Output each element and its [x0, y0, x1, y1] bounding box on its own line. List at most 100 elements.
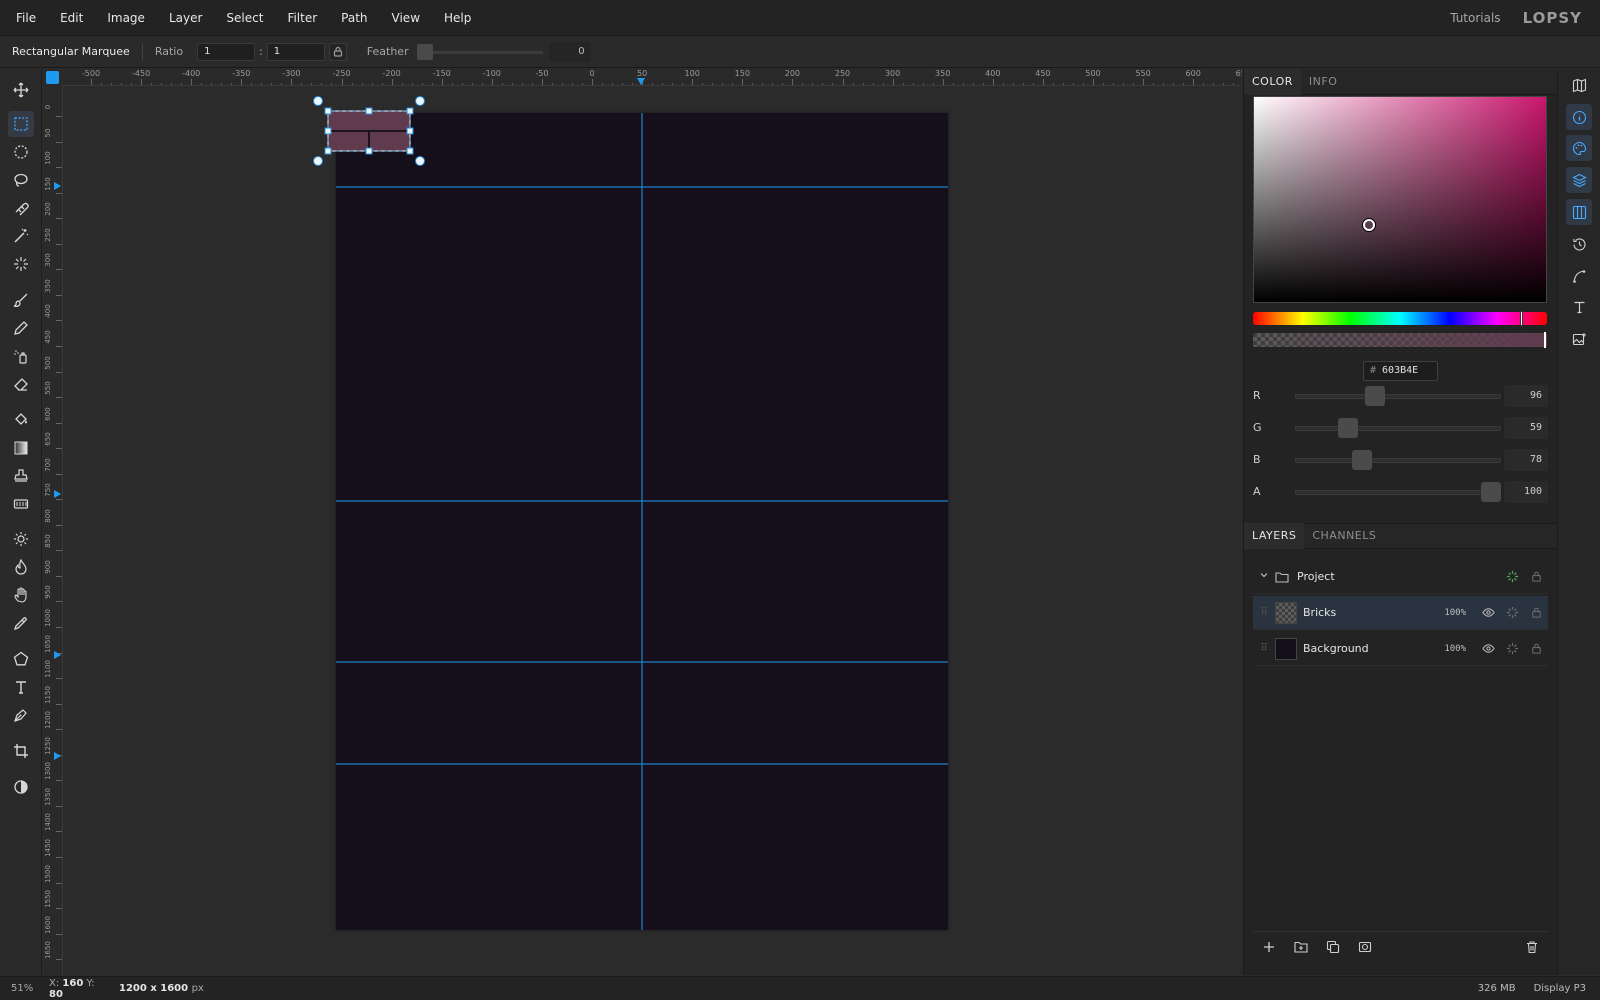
red-slider[interactable] [1295, 394, 1501, 399]
color-picker-handle[interactable] [1362, 219, 1375, 232]
channels-button[interactable] [1566, 199, 1592, 225]
bricks-layer-selection[interactable] [306, 93, 446, 183]
layers-button[interactable] [1566, 167, 1592, 193]
blue-slider-thumb[interactable] [1351, 450, 1372, 470]
contrast-tool[interactable] [8, 774, 34, 800]
rotate-handle[interactable] [313, 156, 323, 166]
eraser-tool[interactable] [8, 371, 34, 397]
info-button[interactable] [1566, 104, 1592, 130]
fx-icon[interactable] [1500, 606, 1524, 619]
guide-marker[interactable] [54, 490, 61, 498]
transform-handle[interactable] [406, 127, 414, 135]
menu-image[interactable]: Image [95, 11, 157, 25]
clone-stamp-tool[interactable] [8, 463, 34, 489]
dodge-tool[interactable] [8, 526, 34, 552]
menu-filter[interactable]: Filter [275, 11, 329, 25]
alpha-channel-slider-thumb[interactable] [1481, 482, 1501, 502]
lock-icon[interactable] [1524, 606, 1548, 619]
rotate-handle[interactable] [415, 96, 425, 106]
canvas-workspace[interactable] [63, 86, 1242, 976]
lock-icon[interactable] [1524, 570, 1548, 583]
tab-layers[interactable]: LAYERS [1244, 523, 1305, 549]
guide-marker[interactable] [54, 182, 61, 190]
hand-tool[interactable] [8, 582, 34, 608]
character-button[interactable] [1566, 294, 1592, 320]
guide-marker[interactable] [637, 78, 645, 85]
transform-handle[interactable] [324, 147, 332, 155]
polygon-tool[interactable] [8, 646, 34, 672]
gradient-tool[interactable] [8, 435, 34, 461]
quick-select-tool[interactable] [8, 251, 34, 277]
pattern-tool[interactable] [8, 491, 34, 517]
transform-handle[interactable] [365, 147, 373, 155]
rotate-handle[interactable] [313, 96, 323, 106]
horizontal-ruler[interactable]: -500 -450 -400 -350 -300 -250 -200 -150 -100 -50 0… [63, 69, 1242, 86]
magic-wand-tool[interactable] [8, 223, 34, 249]
menu-view[interactable]: View [380, 11, 432, 25]
layer-row-background[interactable]: ⠿ Background 100% [1253, 632, 1548, 666]
transform-handle[interactable] [324, 127, 332, 135]
green-value-input[interactable]: 59 [1504, 417, 1548, 439]
color-saturation-field[interactable] [1253, 96, 1547, 303]
menu-file[interactable]: File [0, 11, 48, 25]
brush-tool[interactable] [8, 287, 34, 313]
chevron-down-icon[interactable] [1253, 570, 1275, 583]
tutorials-link[interactable]: Tutorials [1450, 11, 1500, 25]
color-button[interactable] [1566, 135, 1592, 161]
ratio-width-input[interactable]: 1 [197, 42, 256, 61]
menu-edit[interactable]: Edit [48, 11, 95, 25]
layer-opacity[interactable]: 100% [1444, 644, 1466, 654]
transform-handle[interactable] [406, 107, 414, 115]
drag-handle-icon[interactable]: ⠿ [1253, 607, 1275, 618]
layer-opacity[interactable]: 100% [1444, 608, 1466, 618]
transform-handle[interactable] [324, 107, 332, 115]
layer-name[interactable]: Bricks [1303, 606, 1444, 619]
move-tool[interactable] [8, 77, 34, 103]
tab-info[interactable]: INFO [1301, 69, 1345, 95]
feather-slider[interactable] [416, 43, 543, 61]
lasso-tool[interactable] [8, 167, 34, 193]
ratio-lock-button[interactable] [328, 42, 347, 61]
vertical-ruler[interactable]: 0 50 100 150 200 250 300 350 400 450 500 550 600 650 7… [43, 86, 63, 976]
bucket-tool[interactable] [8, 407, 34, 433]
fx-icon[interactable] [1500, 642, 1524, 655]
menu-layer[interactable]: Layer [157, 11, 214, 25]
crop-tool[interactable] [8, 738, 34, 764]
green-slider-thumb[interactable] [1337, 418, 1358, 438]
navigator-button[interactable] [1566, 72, 1592, 98]
green-slider[interactable] [1295, 426, 1501, 431]
alpha-channel-slider[interactable] [1295, 490, 1501, 495]
ratio-height-input[interactable]: 1 [266, 42, 325, 61]
menu-path[interactable]: Path [329, 11, 379, 25]
burn-tool[interactable] [8, 554, 34, 580]
alpha-value-input[interactable]: 100 [1504, 481, 1548, 503]
pen-tool[interactable] [8, 702, 34, 728]
rotate-handle[interactable] [415, 156, 425, 166]
rect-select-tool[interactable] [8, 111, 34, 137]
layer-group-row[interactable]: Project [1253, 560, 1548, 594]
text-tool[interactable] [8, 674, 34, 700]
pencil-tool[interactable] [8, 315, 34, 341]
transform-handle[interactable] [406, 147, 414, 155]
menu-select[interactable]: Select [214, 11, 275, 25]
zoom-level[interactable]: 51% [0, 983, 43, 994]
image-insert-button[interactable] [1566, 326, 1592, 352]
spray-tool[interactable] [8, 343, 34, 369]
color-profile[interactable]: Display P3 [1534, 983, 1586, 994]
paths-button[interactable] [1566, 263, 1592, 289]
tab-channels[interactable]: CHANNELS [1304, 523, 1384, 549]
eyedropper-tool[interactable] [8, 610, 34, 636]
alpha-slider-handle[interactable] [1544, 332, 1546, 348]
history-button[interactable] [1566, 231, 1592, 257]
guide-marker[interactable] [54, 651, 61, 659]
red-value-input[interactable]: 96 [1504, 385, 1548, 407]
delete-layer-button[interactable] [1516, 934, 1548, 960]
blue-slider[interactable] [1295, 458, 1501, 463]
magnetic-lasso-tool[interactable] [8, 195, 34, 221]
alpha-slider[interactable] [1253, 332, 1547, 348]
eye-icon[interactable] [1476, 606, 1500, 619]
blue-value-input[interactable]: 78 [1504, 449, 1548, 471]
lock-icon[interactable] [1524, 642, 1548, 655]
transform-handle[interactable] [365, 107, 373, 115]
add-group-button[interactable] [1285, 934, 1317, 960]
